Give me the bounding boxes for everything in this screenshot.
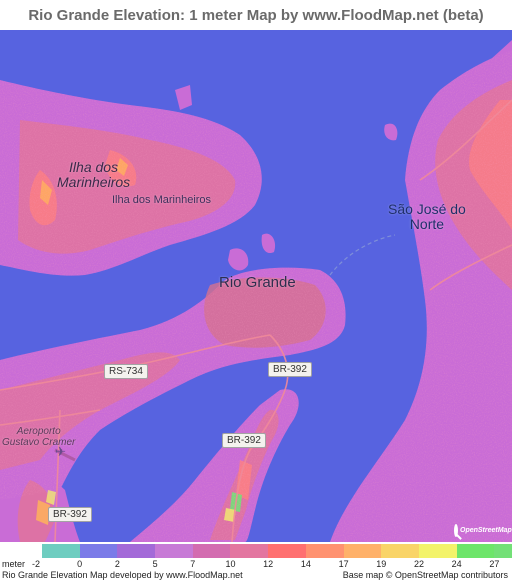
legend-swatch xyxy=(456,544,495,558)
legend-swatch xyxy=(381,544,419,558)
legend-swatch xyxy=(230,544,269,558)
place-label-town: São José do Norte xyxy=(388,201,466,232)
legend-label: 24 xyxy=(451,559,462,569)
openstreetmap-logo[interactable]: OpenStreetMap xyxy=(454,521,512,539)
legend-labels: -2 0 2 5 7 10 12 14 17 19 22 24 27 xyxy=(0,559,512,570)
legend-label: 22 xyxy=(413,559,425,569)
osm-logo-text: OpenStreetMap xyxy=(460,526,512,534)
road-shield-br392-north: BR-392 xyxy=(268,362,312,377)
legend-swatches xyxy=(42,544,512,558)
road-shield-rs734: RS-734 xyxy=(104,364,148,379)
legend-label: 10 xyxy=(225,559,236,569)
legend-swatch xyxy=(418,544,457,558)
footer-basemap-credit: Base map © OpenStreetMap contributors xyxy=(342,570,508,580)
legend-label: 0 xyxy=(77,559,83,569)
magnifier-icon xyxy=(454,523,458,537)
legend-swatch xyxy=(117,544,156,558)
legend-swatch xyxy=(268,544,306,558)
legend-label: 12 xyxy=(263,559,274,569)
legend-swatch xyxy=(155,544,193,558)
place-label-island-major: Ilha dos Marinheiros xyxy=(57,159,131,190)
legend-label: -2 xyxy=(31,559,41,569)
airplane-icon: ✈ xyxy=(55,444,66,459)
footer: Rio Grande Elevation Map developed by ww… xyxy=(0,570,512,582)
legend-label: 5 xyxy=(152,559,158,569)
legend-label: 17 xyxy=(338,559,349,569)
page-title: Rio Grande Elevation: 1 meter Map by www… xyxy=(28,6,484,24)
legend-label: 27 xyxy=(489,559,500,569)
place-label-island-minor: Ilha dos Marinheiros xyxy=(112,194,212,206)
legend-swatch xyxy=(343,544,382,558)
place-label-city: Rio Grande xyxy=(219,274,296,291)
legend-swatch xyxy=(494,544,512,558)
road-shield-br392-mid: BR-392 xyxy=(222,433,266,448)
footer-credit: Rio Grande Elevation Map developed by ww… xyxy=(2,570,243,580)
legend-label: 7 xyxy=(190,559,196,569)
elevation-legend: meter -2 0 2 5 7 10 12 14 17 19 22 24 27 xyxy=(0,542,512,570)
road-shield-br392-south: BR-392 xyxy=(48,507,92,522)
legend-swatch xyxy=(79,544,118,558)
elevation-map[interactable]: Ilha dos Marinheiros Ilha dos Marinheiros… xyxy=(0,30,512,542)
legend-label: 14 xyxy=(300,559,311,569)
legend-swatch xyxy=(192,544,231,558)
legend-label: 2 xyxy=(114,559,120,569)
legend-swatch xyxy=(42,544,80,558)
legend-label: 19 xyxy=(376,559,387,569)
legend-swatch xyxy=(305,544,344,558)
